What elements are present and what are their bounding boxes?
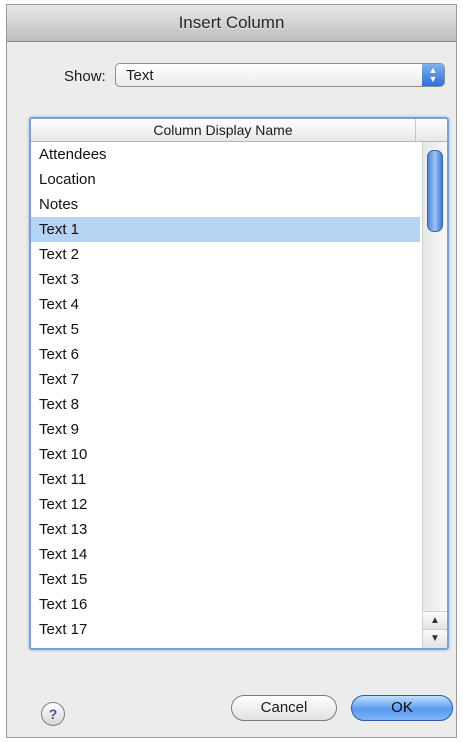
list-item[interactable]: Text 5 <box>31 317 420 342</box>
list-item[interactable]: Text 16 <box>31 592 420 617</box>
down-arrow-icon[interactable]: ▼ <box>423 629 447 648</box>
list-item[interactable]: Text 4 <box>31 292 420 317</box>
list-item[interactable]: Location <box>31 167 420 192</box>
list-item[interactable]: Text 3 <box>31 267 420 292</box>
ok-button[interactable]: OK <box>351 695 453 721</box>
list-item[interactable]: Text 2 <box>31 242 420 267</box>
vertical-scrollbar[interactable]: ▲ ▼ <box>422 142 447 648</box>
list-item[interactable]: Text 9 <box>31 417 420 442</box>
list-item[interactable]: Text 17 <box>31 617 420 642</box>
list-item[interactable]: Notes <box>31 192 420 217</box>
show-row: Show: Text ▲ ▼ <box>7 63 456 89</box>
cancel-button[interactable]: Cancel <box>231 695 337 721</box>
up-arrow-icon[interactable]: ▲ <box>423 611 447 630</box>
list-item[interactable]: Text 11 <box>31 467 420 492</box>
header-corner <box>416 119 447 141</box>
insert-column-dialog: Insert Column Show: Text ▲ ▼ Column Displ… <box>6 4 457 738</box>
column-list[interactable]: Column Display Name Attendees Location Not… <box>29 117 449 650</box>
list-item[interactable]: Text 6 <box>31 342 420 367</box>
list-item[interactable]: Text 15 <box>31 567 420 592</box>
column-display-name-header[interactable]: Column Display Name <box>31 119 416 141</box>
list-item[interactable]: Text 12 <box>31 492 420 517</box>
list-item[interactable]: Text 13 <box>31 517 420 542</box>
show-popup[interactable]: Text ▲ ▼ <box>115 63 445 87</box>
help-icon[interactable]: ? <box>41 702 65 726</box>
list-item[interactable]: Text 1 <box>31 217 420 242</box>
list-item[interactable]: Attendees <box>31 142 420 167</box>
list-rows: Attendees Location Notes Text 1 Text 2 Text 3… <box>31 142 420 642</box>
show-label: Show: <box>64 68 106 85</box>
list-item[interactable]: Text 14 <box>31 542 420 567</box>
list-item[interactable]: Text 8 <box>31 392 420 417</box>
list-item[interactable]: Text 7 <box>31 367 420 392</box>
list-header: Column Display Name <box>31 119 447 142</box>
dialog-title: Insert Column <box>7 5 456 42</box>
scroll-thumb[interactable] <box>427 150 443 232</box>
up-down-arrows-icon: ▲ ▼ <box>422 64 444 86</box>
show-popup-value: Text <box>126 67 154 84</box>
list-item[interactable]: Text 10 <box>31 442 420 467</box>
